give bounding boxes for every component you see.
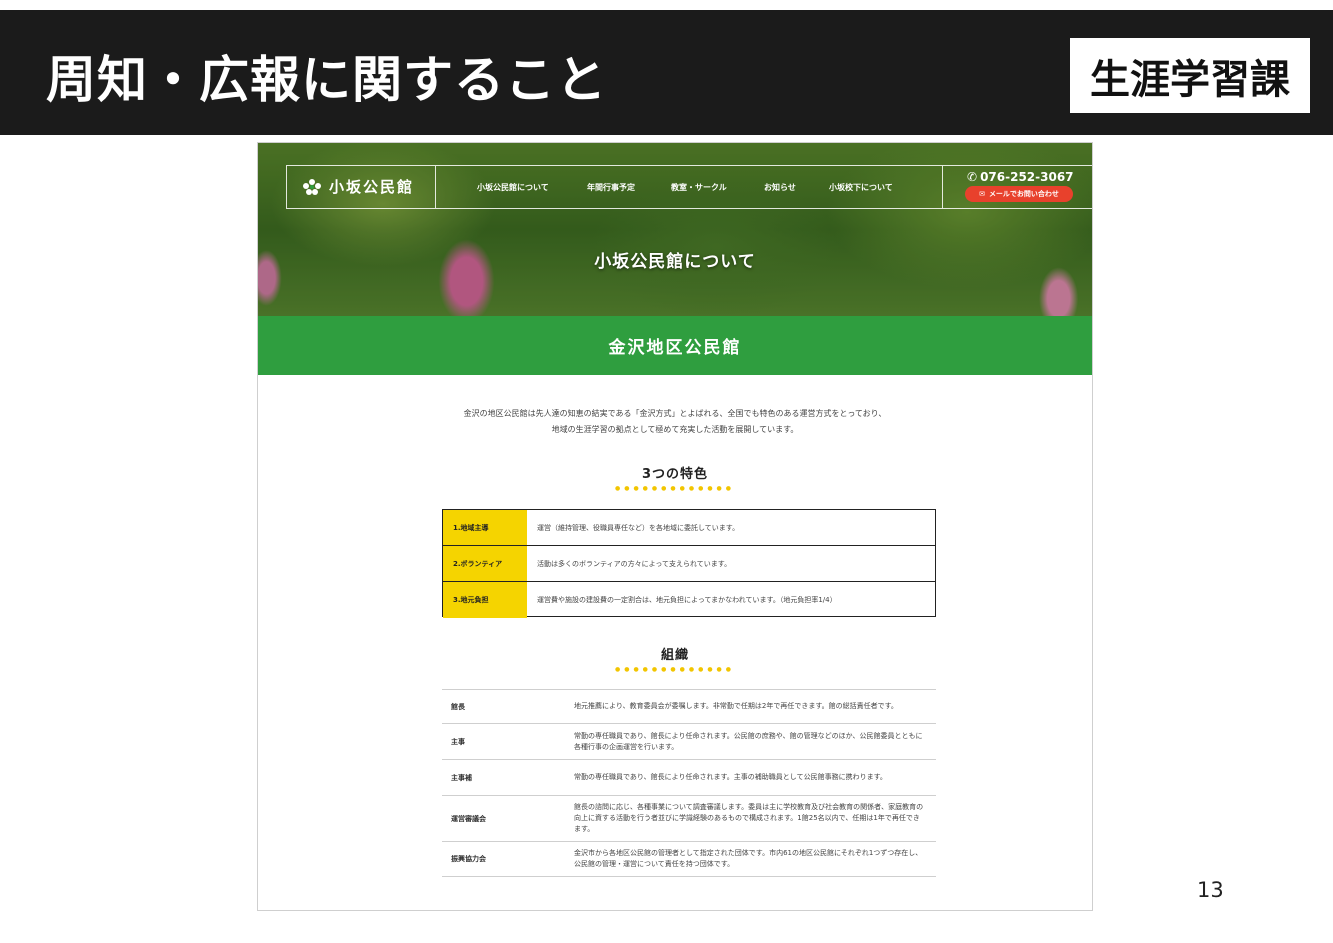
- phone-icon: ✆: [967, 170, 978, 184]
- nav-item-classes[interactable]: 教室・サークル: [671, 182, 727, 193]
- feature-row: 1.地域主導 運営（維持管理、役職員専任など）を各地域に委託しています。: [443, 510, 935, 546]
- table-row: 館長 地元推薦により、教育委員会が委嘱します。非常勤で任期は2年で再任できます。…: [442, 690, 936, 724]
- table-row: 運営審議会 館長の諮問に応じ、各種事業について調査審議します。委員は主に学校教育…: [442, 796, 936, 842]
- hero-title: 小坂公民館について: [594, 252, 756, 272]
- phone-number[interactable]: ✆ 076-252-3067: [967, 170, 1074, 184]
- nav-item-news[interactable]: お知らせ: [764, 182, 796, 193]
- feature-label: 3.地元負担: [443, 582, 527, 618]
- features-heading: 3つの特色: [641, 467, 709, 482]
- slide-header-bar: 周知・広報に関すること 生涯学習課: [0, 10, 1333, 135]
- org-heading: 組織: [660, 648, 689, 663]
- org-table: 館長 地元推薦により、教育委員会が委嘱します。非常勤で任期は2年で再任できます。…: [442, 689, 936, 877]
- nav-item-district[interactable]: 小坂校下について: [829, 182, 893, 193]
- nav-item-about[interactable]: 小坂公民館について: [477, 182, 549, 193]
- department-label: 生涯学習課: [1090, 56, 1290, 103]
- table-row: 振興協力会 金沢市から各地区公民館の管理者として指定された団体です。市内61の地…: [442, 842, 936, 877]
- feature-label: 2.ボランティア: [443, 546, 527, 582]
- feature-desc: 運営費や施設の建設費の一定割合は、地元負担によってまかなわれています。（地元負担…: [537, 596, 837, 604]
- table-row: 主事 常勤の専任職員であり、館長により任命されます。公民館の庶務や、館の管理など…: [442, 724, 936, 760]
- feature-label: 1.地域主導: [443, 510, 527, 546]
- site-nav-bar: 小坂公民館 小坂公民館について 年間行事予定 教室・サークル お知らせ 小坂校下…: [286, 165, 1092, 209]
- flower-logo-icon: [301, 178, 323, 196]
- mail-icon: ✉: [979, 190, 985, 198]
- feature-desc: 活動は多くのボランティアの方々によって支えられています。: [537, 560, 732, 568]
- intro-text: 金沢の地区公民館は先人達の知恵の結実である「金沢方式」とよばれる、全国でも特色の…: [463, 409, 887, 434]
- slide-title: 周知・広報に関すること: [46, 51, 607, 109]
- feature-row: 3.地元負担 運営費や施設の建設費の一定割合は、地元負担によってまかなわれていま…: [443, 581, 935, 618]
- green-title-band: 金沢地区公民館: [258, 316, 1092, 375]
- page-number: 13: [1197, 878, 1224, 902]
- feature-desc: 運営（維持管理、役職員専任など）を各地域に委託しています。: [537, 524, 740, 532]
- features-heading-dots: ●●●●●●●●●●●●●: [614, 485, 736, 492]
- website-screenshot: 小坂公民館 小坂公民館について 年間行事予定 教室・サークル お知らせ 小坂校下…: [257, 142, 1093, 911]
- mail-contact-button[interactable]: ✉ メールでお問い合わせ: [965, 186, 1073, 202]
- department-box: 生涯学習課: [1070, 38, 1310, 113]
- nav-item-schedule[interactable]: 年間行事予定: [587, 182, 635, 193]
- table-row: 主事補 常勤の専任職員であり、館長により任命されます。主事の補助職員として公民館…: [442, 760, 936, 796]
- band-title: 金沢地区公民館: [608, 338, 742, 358]
- features-table: 1.地域主導 運営（維持管理、役職員専任など）を各地域に委託しています。 2.ボ…: [442, 509, 936, 618]
- site-logo[interactable]: 小坂公民館: [301, 176, 414, 197]
- feature-row: 2.ボランティア 活動は多くのボランティアの方々によって支えられています。: [443, 545, 935, 582]
- logo-text: 小坂公民館: [329, 178, 415, 196]
- org-heading-dots: ●●●●●●●●●●●●●: [614, 666, 736, 673]
